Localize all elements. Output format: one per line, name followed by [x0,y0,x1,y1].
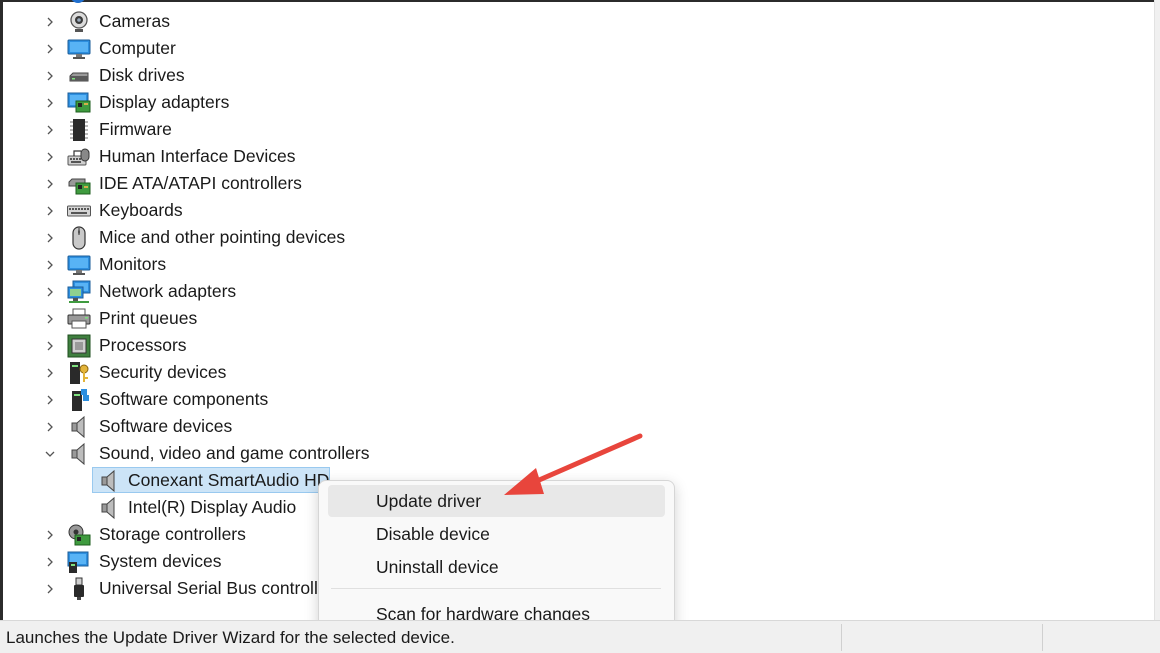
tree-item-disk-drives[interactable]: Disk drives [0,62,1150,89]
tree-item-label: Human Interface Devices [99,146,296,166]
tree-item-cameras[interactable]: Cameras [0,8,1150,35]
mouse-icon [66,226,92,250]
speaker-icon [96,469,122,493]
tree-item-label: Conexant SmartAudio HD [128,470,330,490]
disk-drive-icon [66,64,92,88]
menu-separator [331,588,661,589]
hid-icon [66,145,92,169]
chevron-right-icon[interactable] [42,419,58,435]
tree-item-sound-video-game-controllers[interactable]: Sound, video and game controllers [0,440,1150,467]
tree-item-security-devices[interactable]: Security devices [0,359,1150,386]
tree-item-mice[interactable]: Mice and other pointing devices [0,224,1150,251]
chevron-right-icon[interactable] [42,95,58,111]
tree-item-label: Security devices [99,362,227,382]
chevron-right-icon[interactable] [42,203,58,219]
keyboard-icon [66,199,92,223]
chevron-right-icon[interactable] [42,365,58,381]
chevron-down-icon[interactable] [42,446,58,462]
tree-item-firmware[interactable]: Firmware [0,116,1150,143]
tree-item-label: Print queues [99,308,198,328]
tree-item-label: Cameras [99,11,170,31]
menu-item-disable-device[interactable]: Disable device [328,518,665,550]
tree-item-label: Display adapters [99,92,230,112]
status-bar-text: Launches the Update Driver Wizard for th… [6,628,455,647]
chevron-right-icon[interactable] [42,338,58,354]
chevron-right-icon[interactable] [42,149,58,165]
menu-item-update-driver[interactable]: Update driver [328,485,665,517]
status-bar: Launches the Update Driver Wizard for th… [0,620,1160,653]
security-key-icon [66,361,92,385]
usb-icon [66,577,92,601]
partial-category-icon [70,0,86,3]
tree-item-label: Network adapters [99,281,237,301]
chevron-right-icon[interactable] [42,41,58,57]
menu-item-uninstall-device[interactable]: Uninstall device [328,551,665,583]
tree-item-network-adapters[interactable]: Network adapters [0,278,1150,305]
speaker-icon [96,496,122,520]
tree-item-processors[interactable]: Processors [0,332,1150,359]
chevron-right-icon[interactable] [42,554,58,570]
chevron-right-icon[interactable] [42,230,58,246]
tree-item-display-adapters[interactable]: Display adapters [0,89,1150,116]
tree-item-software-components[interactable]: Software components [0,386,1150,413]
chevron-right-icon[interactable] [42,311,58,327]
status-bar-divider [841,624,842,651]
tree-item-label: Universal Serial Bus controllers [99,578,343,598]
status-bar-divider [1042,624,1043,651]
network-adapter-icon [66,280,92,304]
tree-item-label: Software devices [99,416,233,436]
chevron-right-icon[interactable] [42,14,58,30]
tree-item-computer[interactable]: Computer [0,35,1150,62]
computer-icon [66,37,92,61]
tree-item-label: Firmware [99,119,172,139]
tree-item-human-interface-devices[interactable]: Human Interface Devices [0,143,1150,170]
ide-controller-icon [66,172,92,196]
processor-icon [66,334,92,358]
printer-icon [66,307,92,331]
chevron-right-icon[interactable] [42,284,58,300]
speaker-icon [66,415,92,439]
vertical-scrollbar[interactable] [1154,0,1160,620]
tree-item-label: Mice and other pointing devices [99,227,346,247]
tree-item-label: Processors [99,335,187,355]
software-component-icon [66,388,92,412]
chevron-right-icon[interactable] [42,122,58,138]
tree-item-software-devices[interactable]: Software devices [0,413,1150,440]
tree-item-label: Computer [99,38,176,58]
chevron-right-icon[interactable] [42,68,58,84]
chevron-right-icon[interactable] [42,392,58,408]
tree-item-label: Sound, video and game controllers [99,443,370,463]
speaker-icon [66,442,92,466]
chevron-right-icon[interactable] [42,581,58,597]
display-adapter-icon [66,91,92,115]
camera-icon [66,10,92,34]
context-menu: Update driver Disable device Uninstall d… [318,480,675,642]
tree-item-label: Software components [99,389,269,409]
system-devices-icon [66,550,92,574]
tree-item-label: System devices [99,551,222,571]
tree-item-label: Disk drives [99,65,185,85]
storage-controller-icon [66,523,92,547]
tree-item-monitors[interactable]: Monitors [0,251,1150,278]
tree-item-label: Keyboards [99,200,183,220]
tree-item-label: Monitors [99,254,167,274]
chevron-right-icon[interactable] [42,527,58,543]
tree-item-label: IDE ATA/ATAPI controllers [99,173,302,193]
tree-item-label: Intel(R) Display Audio [128,497,297,517]
tree-item-ide-controllers[interactable]: IDE ATA/ATAPI controllers [0,170,1150,197]
chevron-right-icon[interactable] [42,176,58,192]
chevron-right-icon[interactable] [42,257,58,273]
firmware-chip-icon [66,118,92,142]
tree-item-print-queues[interactable]: Print queues [0,305,1150,332]
tree-item-label: Storage controllers [99,524,246,544]
monitor-icon [66,253,92,277]
tree-item-keyboards[interactable]: Keyboards [0,197,1150,224]
